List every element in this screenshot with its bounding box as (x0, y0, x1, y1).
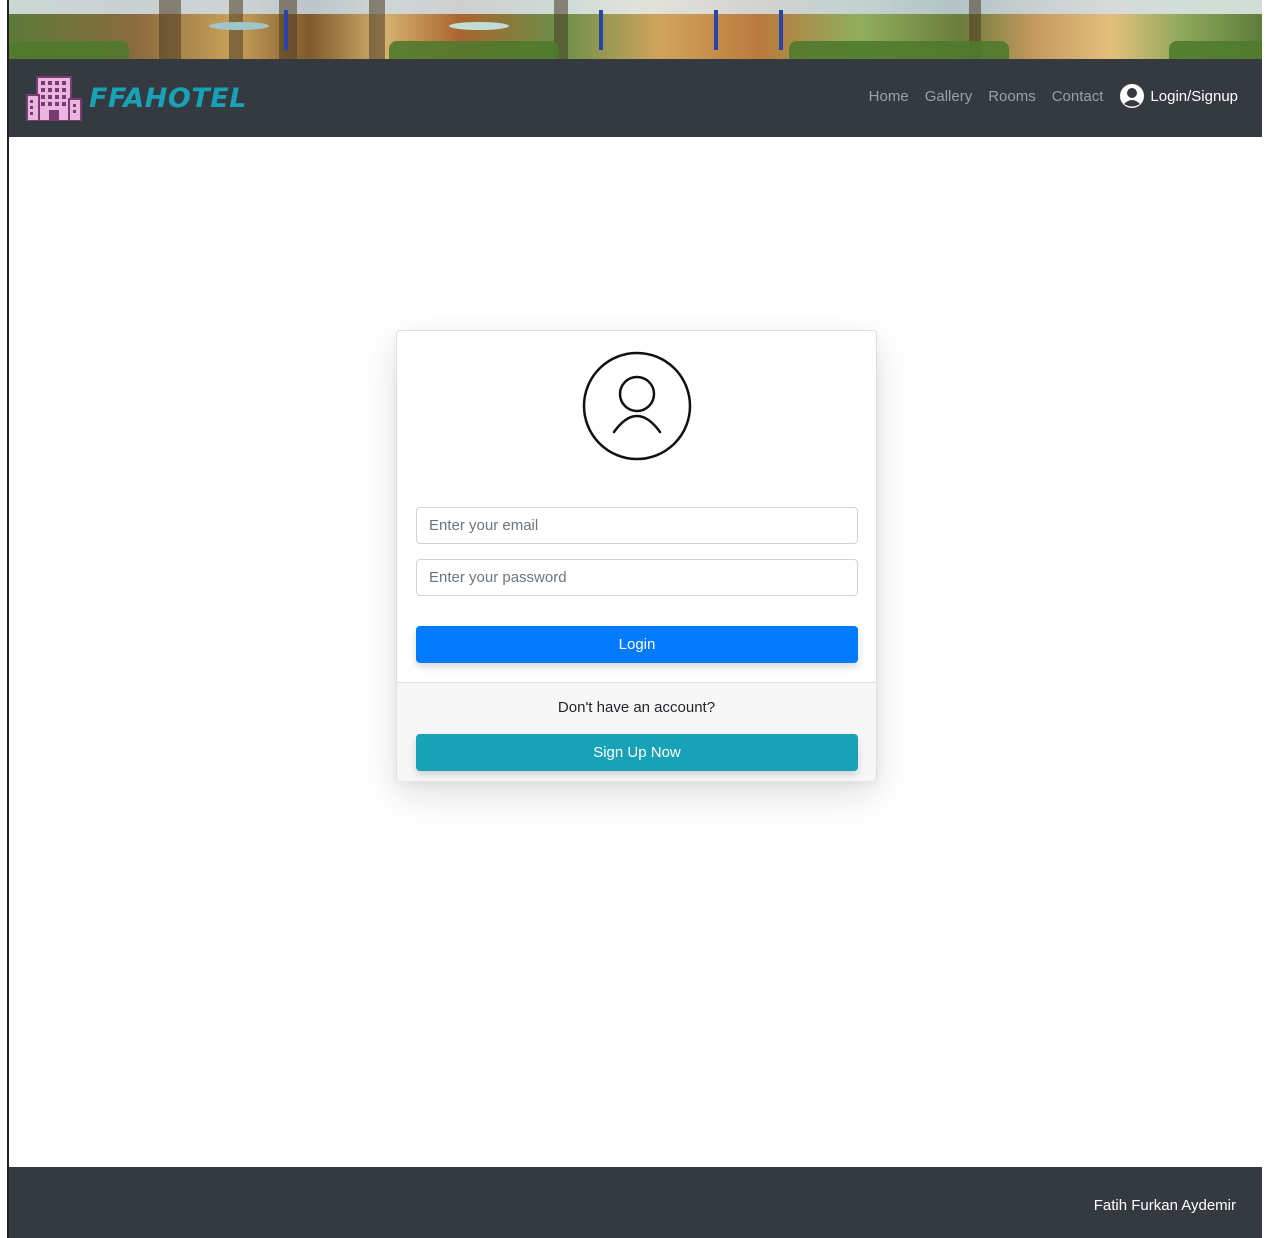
hotel-building-icon (26, 76, 82, 121)
nav-link-rooms[interactable]: Rooms (988, 88, 1036, 105)
password-field[interactable] (416, 559, 858, 596)
nav-link-home[interactable]: Home (869, 88, 909, 105)
nav-login-label: Login/Signup (1150, 87, 1238, 105)
email-field[interactable] (416, 507, 858, 544)
user-circle-icon (1120, 84, 1145, 108)
nav-link-contact[interactable]: Contact (1052, 88, 1104, 105)
login-button[interactable]: Login (416, 626, 858, 663)
nav-links: Home Gallery Rooms Contact Login/Signup (853, 83, 1238, 109)
user-avatar-icon (582, 351, 692, 461)
nav-login-signup[interactable]: Login/Signup (1119, 83, 1238, 109)
no-account-text: Don't have an account? (557, 699, 716, 716)
login-card: Login Don't have an account? Sign Up Now (396, 330, 877, 781)
page-footer: Fatih Furkan Aydemir (9, 1167, 1262, 1238)
nav-link-gallery[interactable]: Gallery (925, 88, 973, 105)
brand-name: FFAHOTEL (89, 82, 247, 114)
footer-author: Fatih Furkan Aydemir (1093, 1197, 1236, 1214)
header-banner-image (9, 0, 1262, 59)
card-footer: Don't have an account? Sign Up Now (397, 682, 876, 781)
navbar: FFAHOTEL Home Gallery Rooms Contact Logi… (9, 59, 1262, 137)
brand[interactable]: FFAHOTEL (25, 75, 247, 121)
signup-button[interactable]: Sign Up Now (416, 734, 858, 771)
page: FFAHOTEL Home Gallery Rooms Contact Logi… (7, 0, 1262, 1238)
